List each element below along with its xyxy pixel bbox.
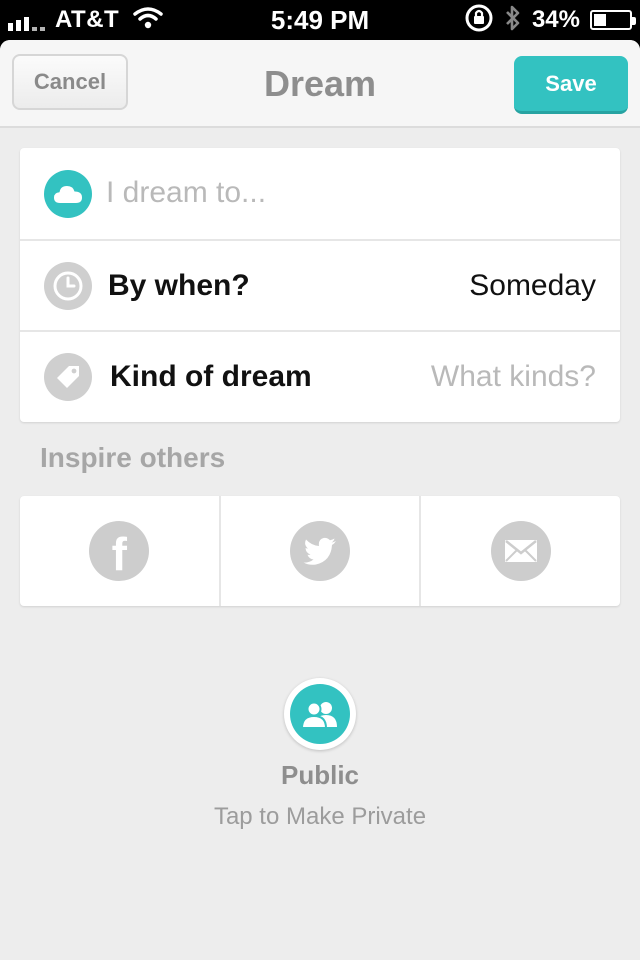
dream-input[interactable] <box>106 168 586 218</box>
privacy-button[interactable] <box>284 678 356 750</box>
dream-form: By when? Someday Kind of dream What kind… <box>20 148 620 422</box>
battery-percent: 34% <box>531 6 580 33</box>
bluetooth-icon <box>504 4 522 37</box>
navbar: Cancel Dream Save <box>0 40 640 128</box>
people-icon <box>290 684 350 744</box>
dream-row[interactable] <box>20 148 620 239</box>
by-when-label: By when? <box>108 268 250 302</box>
twitter-icon <box>290 521 350 581</box>
share-twitter-button[interactable] <box>218 496 420 606</box>
email-icon <box>490 521 551 581</box>
kind-placeholder: What kinds? <box>430 359 596 393</box>
dream-editor: Cancel Dream Save By when? Someday <box>0 40 640 960</box>
privacy-hint: Tap to Make Private <box>213 803 427 830</box>
kind-label: Kind of dream <box>110 359 312 393</box>
privacy-toggle[interactable]: Public Tap to Make Private <box>0 678 640 831</box>
save-button[interactable]: Save <box>514 56 628 114</box>
clock-icon <box>44 261 92 310</box>
facebook-icon: f <box>89 521 150 581</box>
privacy-state: Public <box>280 760 359 790</box>
by-when-value: Someday <box>469 268 596 302</box>
battery-icon <box>590 10 636 30</box>
share-options: f <box>20 496 620 606</box>
rotation-lock-icon <box>464 3 494 38</box>
share-facebook-button[interactable]: f <box>20 496 219 606</box>
share-email-button[interactable] <box>419 496 620 606</box>
by-when-row[interactable]: By when? Someday <box>20 239 620 330</box>
cloud-icon <box>44 169 92 218</box>
tag-icon <box>44 352 92 401</box>
status-bar: AT&T 5:49 PM 34% <box>0 0 640 40</box>
inspire-title: Inspire others <box>40 442 226 473</box>
kind-row[interactable]: Kind of dream What kinds? <box>20 330 620 421</box>
